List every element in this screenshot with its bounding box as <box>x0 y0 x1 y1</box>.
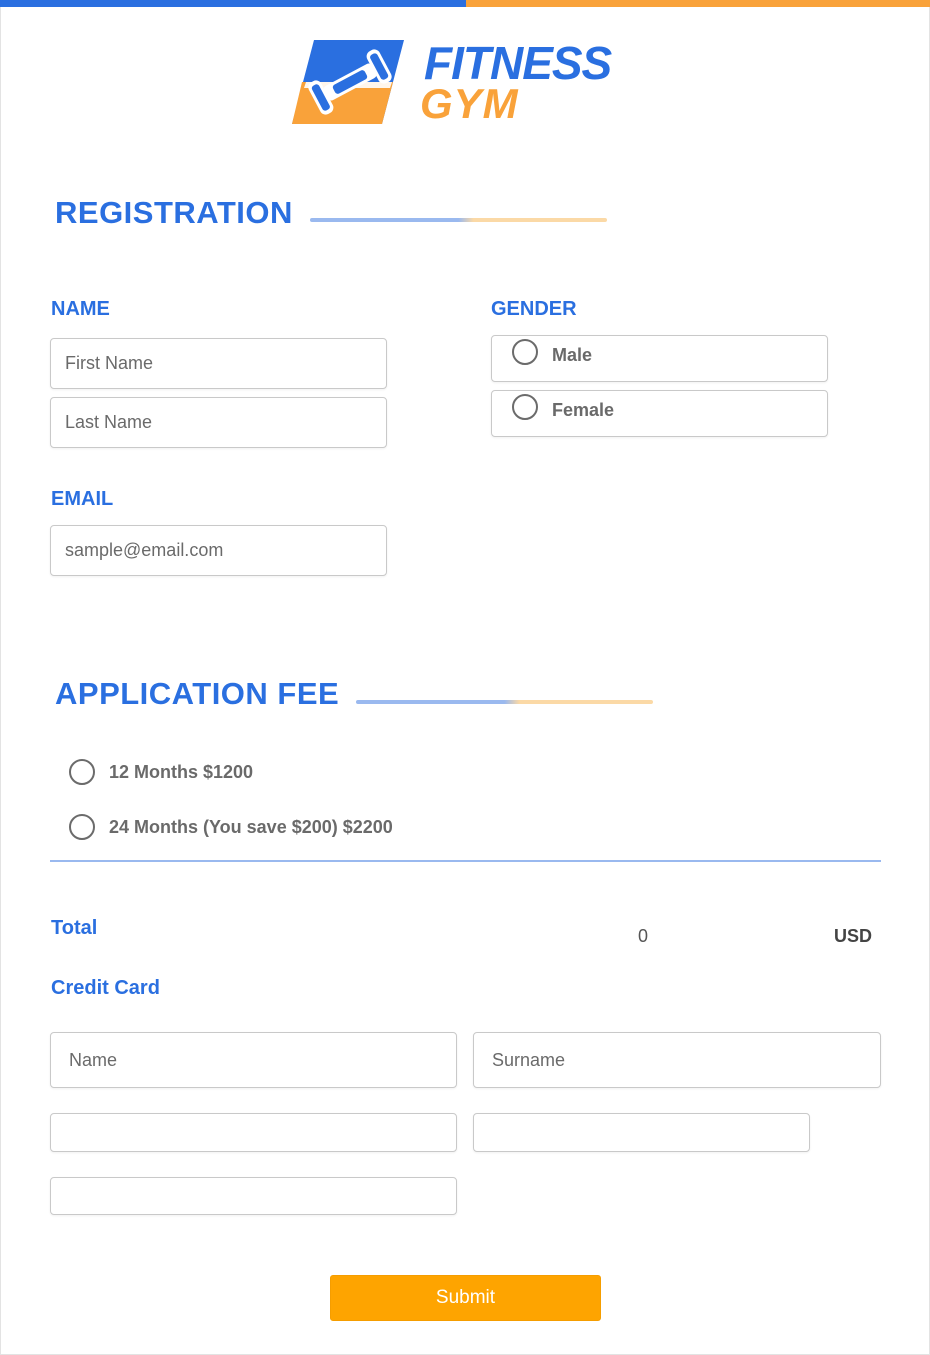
application-fee-heading: APPLICATION FEE <box>55 676 340 711</box>
fee-option-24-months[interactable]: 24 Months (You save $200) $2200 <box>69 812 489 842</box>
total-label: Total <box>51 917 98 939</box>
submit-button[interactable]: Submit <box>330 1275 601 1321</box>
fitness-gym-logo: FITNESS GYM <box>292 37 652 128</box>
gender-label: GENDER <box>491 298 577 320</box>
dumbbell-icon <box>292 40 404 124</box>
brand-line2: GYM <box>420 80 519 127</box>
first-name-input[interactable] <box>50 338 387 389</box>
top-bar-blue <box>0 0 466 7</box>
top-bar-orange <box>466 0 930 7</box>
fee-12-months-label: 12 Months $1200 <box>109 762 254 782</box>
card-surname-input[interactable] <box>473 1032 881 1088</box>
gender-option-female[interactable]: Female <box>491 390 828 437</box>
card-name-input[interactable] <box>50 1032 457 1088</box>
credit-card-label: Credit Card <box>51 977 160 999</box>
male-label: Male <box>552 345 593 365</box>
female-radio[interactable] <box>512 394 538 420</box>
top-accent-bar <box>0 0 930 7</box>
email-input[interactable] <box>50 525 387 576</box>
fee-24-months-radio[interactable] <box>69 814 95 840</box>
registration-heading: REGISTRATION <box>55 195 293 230</box>
application-fee-heading-rule <box>356 700 653 704</box>
male-radio[interactable] <box>512 339 538 365</box>
female-label: Female <box>552 400 615 420</box>
gender-option-male[interactable]: Male <box>491 335 828 382</box>
card-cvv-input[interactable] <box>50 1177 457 1215</box>
email-label: EMAIL <box>51 488 114 510</box>
registration-heading-rule <box>310 218 607 222</box>
fee-12-months-radio[interactable] <box>69 759 95 785</box>
total-value: 0 <box>638 926 649 946</box>
card-number-input[interactable] <box>50 1113 457 1152</box>
name-label: NAME <box>51 298 110 320</box>
total-currency: USD <box>834 926 873 946</box>
fee-option-12-months[interactable]: 12 Months $1200 <box>69 757 489 787</box>
card-expiry-input[interactable] <box>473 1113 810 1152</box>
last-name-input[interactable] <box>50 397 387 448</box>
fee-divider <box>50 860 881 862</box>
fee-24-months-label: 24 Months (You save $200) $2200 <box>109 817 393 837</box>
